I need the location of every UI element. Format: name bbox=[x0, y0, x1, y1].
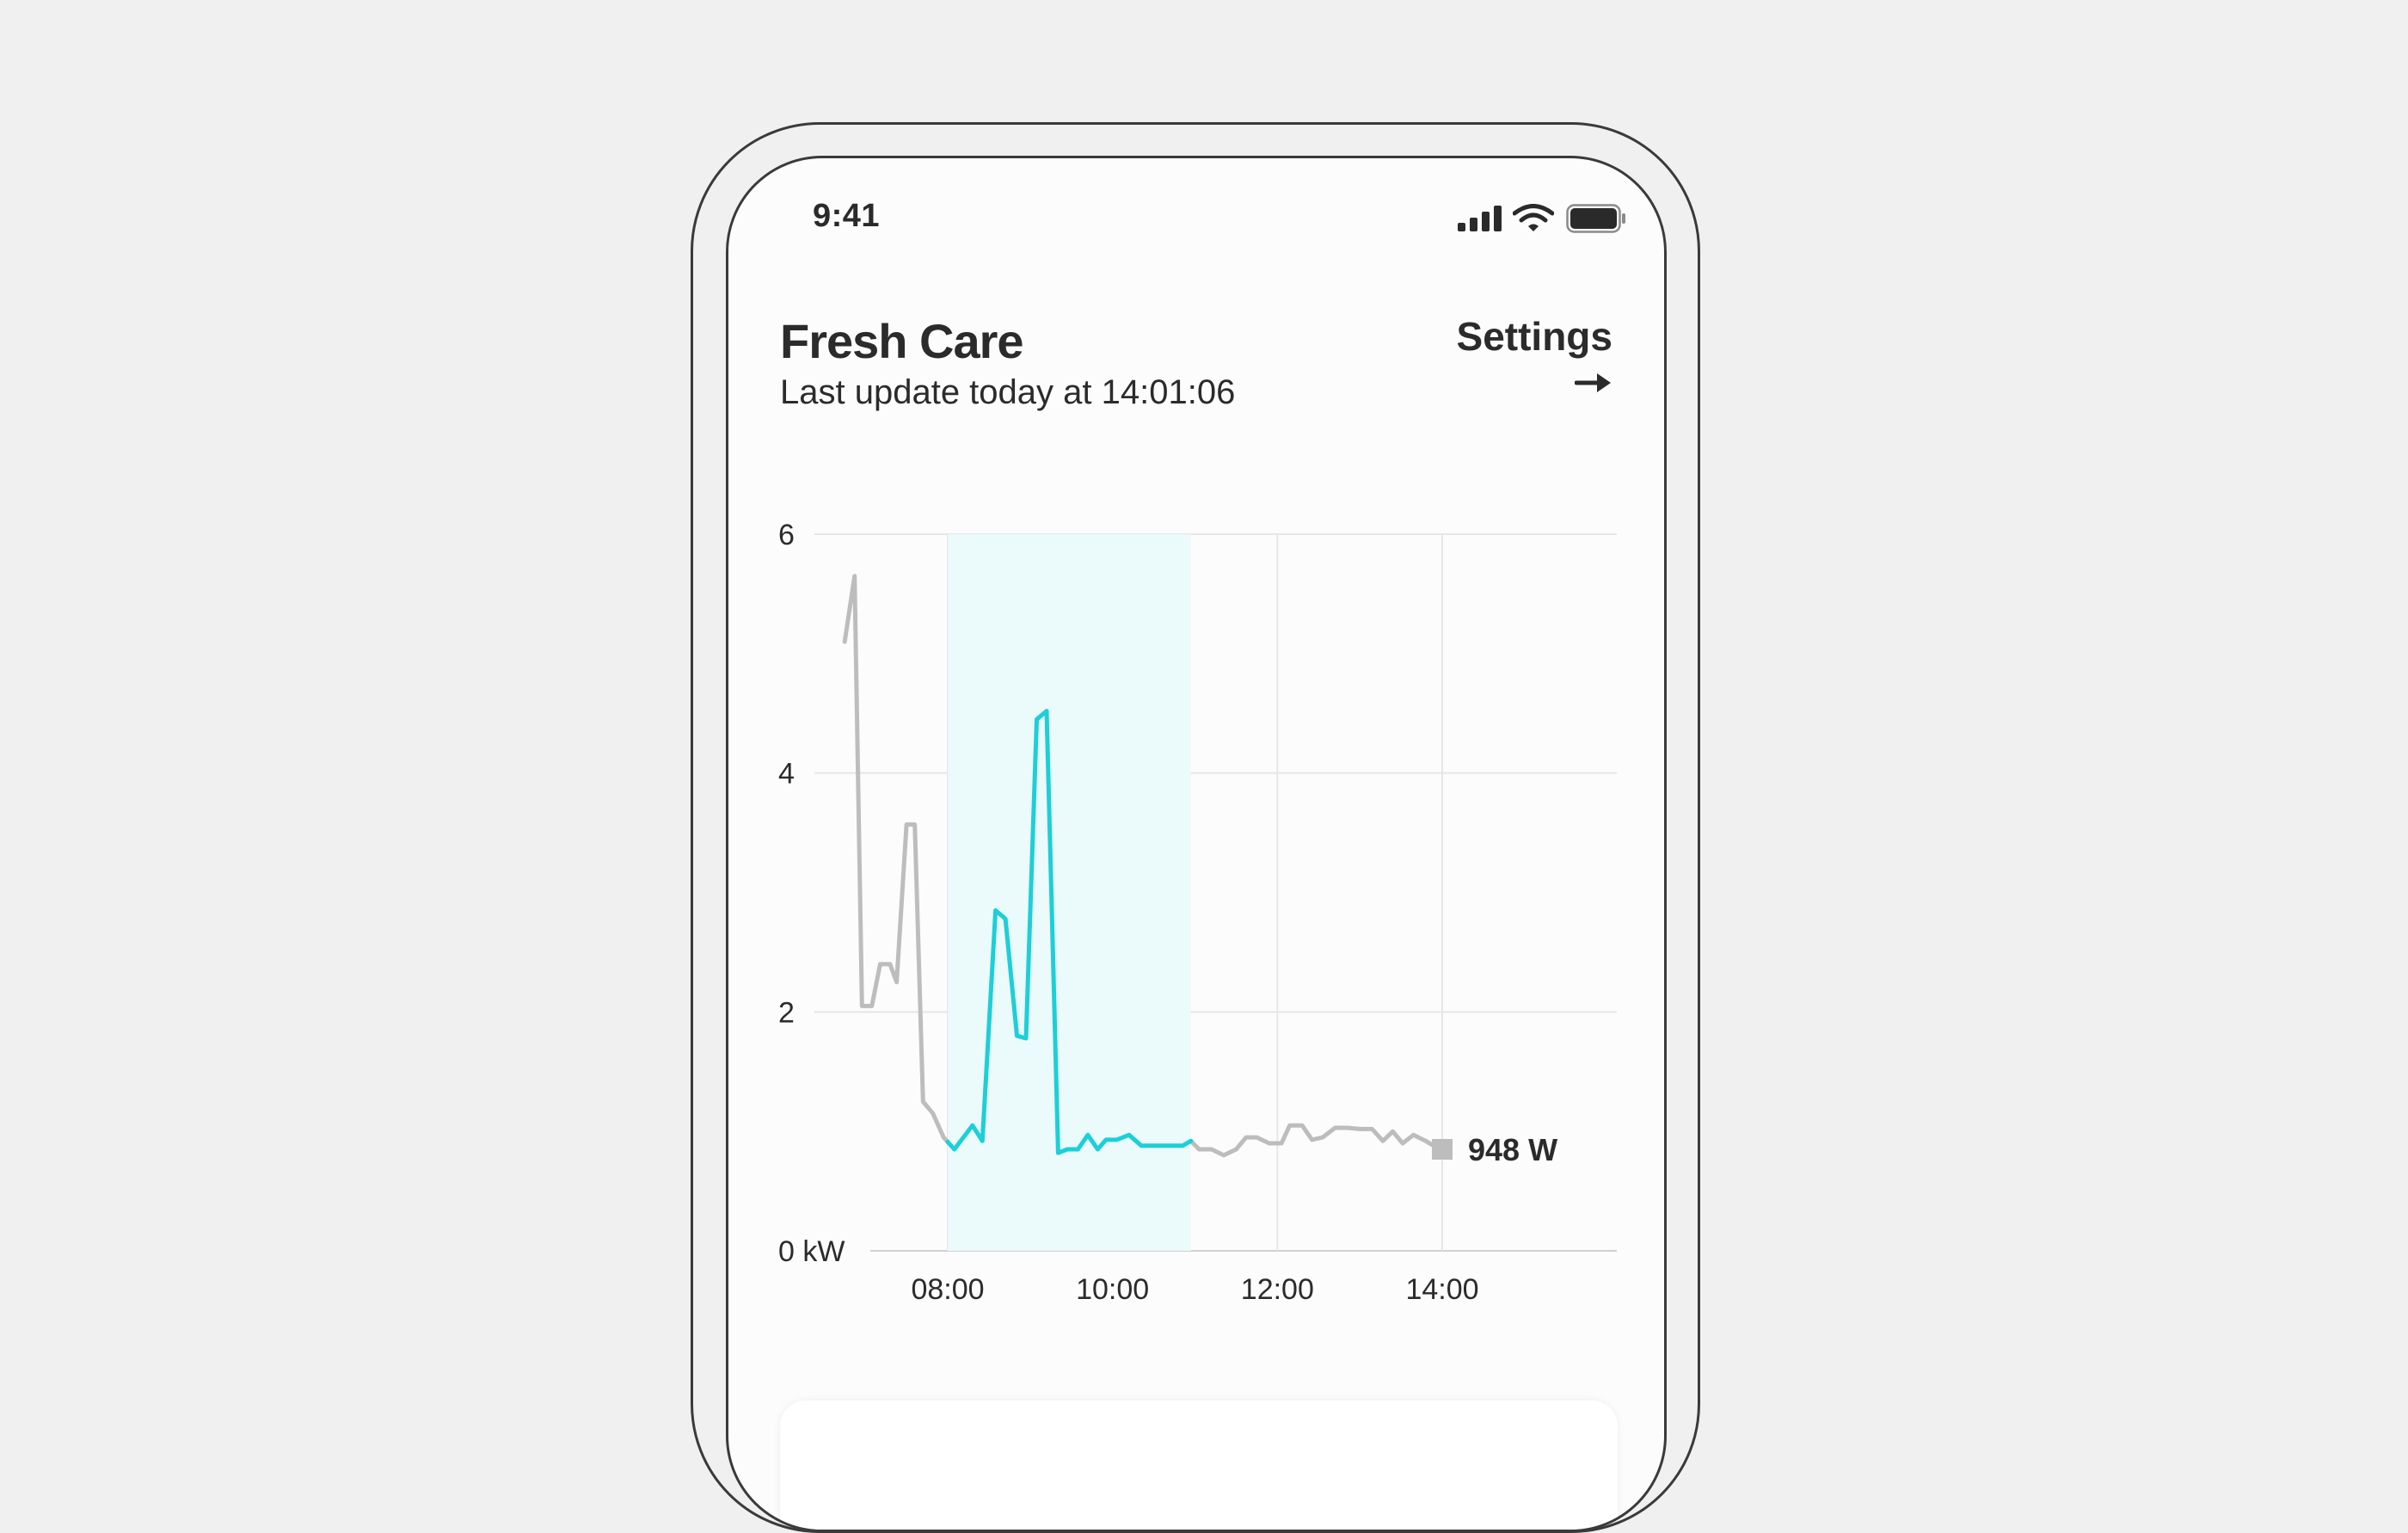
x-tick-label: 10:00 bbox=[1076, 1273, 1149, 1306]
current-value-label: 948 W bbox=[1468, 1132, 1557, 1167]
x-tick-label: 12:00 bbox=[1241, 1273, 1314, 1306]
series-line-before bbox=[842, 574, 950, 1144]
highlight-band bbox=[948, 534, 1191, 1251]
details-card bbox=[780, 1401, 1618, 1530]
y-tick-label: 2 bbox=[778, 996, 795, 1029]
x-tick-label: 08:00 bbox=[911, 1273, 984, 1306]
phone-screen: 9:41 Fresh Care Last update today at 14:… bbox=[726, 156, 1667, 1532]
y-tick-label: 0 kW bbox=[778, 1235, 845, 1268]
series-line-after bbox=[1189, 1123, 1445, 1158]
current-point-marker bbox=[1432, 1138, 1453, 1160]
y-tick-label: 6 bbox=[778, 519, 795, 551]
y-tick-label: 4 bbox=[778, 758, 795, 791]
x-tick-label: 14:00 bbox=[1405, 1273, 1478, 1306]
power-chart: 0 kW 2 4 6 08:00 10:00 12:00 14:00 948 W bbox=[778, 519, 1617, 1306]
